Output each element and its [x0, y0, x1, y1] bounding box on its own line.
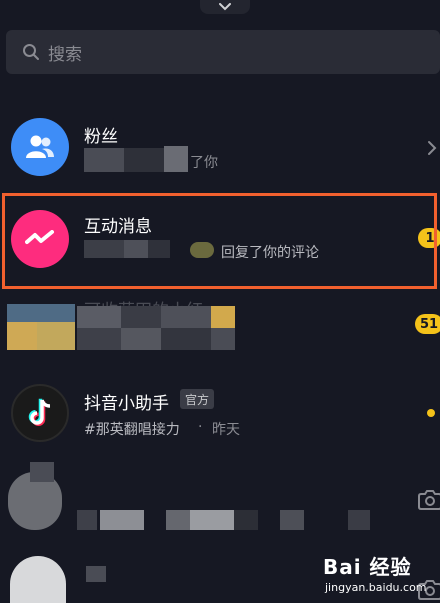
- list-item-conversation[interactable]: 可收获田的小红 51: [0, 292, 440, 364]
- blurred-text: [77, 328, 121, 350]
- blurred-avatar: [10, 556, 66, 603]
- blurred-text: [348, 510, 370, 530]
- blurred-text: [166, 510, 190, 530]
- list-item-fans[interactable]: 粉丝 了你: [0, 112, 440, 188]
- official-tag: 官方: [180, 389, 215, 409]
- watermark-url: jingyan.baidu.com: [325, 581, 427, 594]
- tiktok-logo-icon: [28, 398, 51, 426]
- search-icon: [22, 43, 40, 61]
- users-icon: [26, 135, 54, 158]
- blurred-text: [77, 510, 97, 530]
- assistant-avatar: [11, 384, 69, 442]
- chevron-right-icon: [428, 141, 437, 155]
- blurred-text: [77, 306, 121, 328]
- list-item-blurred[interactable]: [0, 462, 440, 542]
- blurred-username: [84, 148, 124, 172]
- blurred-text: [280, 510, 304, 530]
- blurred-avatar: [7, 322, 37, 350]
- blurred-text: [190, 510, 234, 530]
- unread-badge: 51: [415, 314, 440, 334]
- unread-dot-icon: [427, 409, 435, 417]
- watermark-text: Bai 经验: [323, 555, 412, 579]
- assistant-dot-separator: ·: [198, 419, 203, 435]
- blurred-avatar: [7, 304, 75, 322]
- blurred-text: [211, 328, 235, 350]
- fans-subtitle: 了你: [190, 155, 218, 171]
- blurred-text: [121, 306, 161, 328]
- blurred-username: [164, 146, 188, 172]
- blurred-text: [161, 328, 211, 350]
- chevron-down-icon: [219, 3, 231, 11]
- fans-title: 粉丝: [84, 127, 118, 147]
- blurred-text: [86, 566, 106, 582]
- assistant-time: 昨天: [212, 422, 240, 438]
- assistant-subtitle: #那英翻唱接力: [84, 422, 180, 438]
- blurred-text: [211, 306, 235, 328]
- search-bar[interactable]: 搜索: [6, 30, 440, 74]
- blurred-avatar: [37, 322, 75, 350]
- assistant-title: 抖音小助手: [84, 394, 169, 414]
- search-placeholder: 搜索: [48, 44, 82, 65]
- highlight-box: [2, 193, 437, 289]
- camera-icon[interactable]: [418, 488, 440, 510]
- blurred-avatar: [30, 462, 54, 482]
- blurred-text: [121, 328, 161, 350]
- blurred-text: [161, 306, 211, 328]
- blurred-text: [234, 510, 258, 530]
- collapse-handle[interactable]: [200, 0, 250, 14]
- blurred-username: [124, 148, 164, 172]
- blurred-text: [100, 510, 144, 530]
- list-item-assistant[interactable]: 抖音小助手 #那英翻唱接力 · 昨天: [0, 376, 440, 452]
- fans-avatar: [11, 118, 69, 176]
- baidu-watermark: Bai 经验 jingyan.baidu.com: [323, 545, 440, 603]
